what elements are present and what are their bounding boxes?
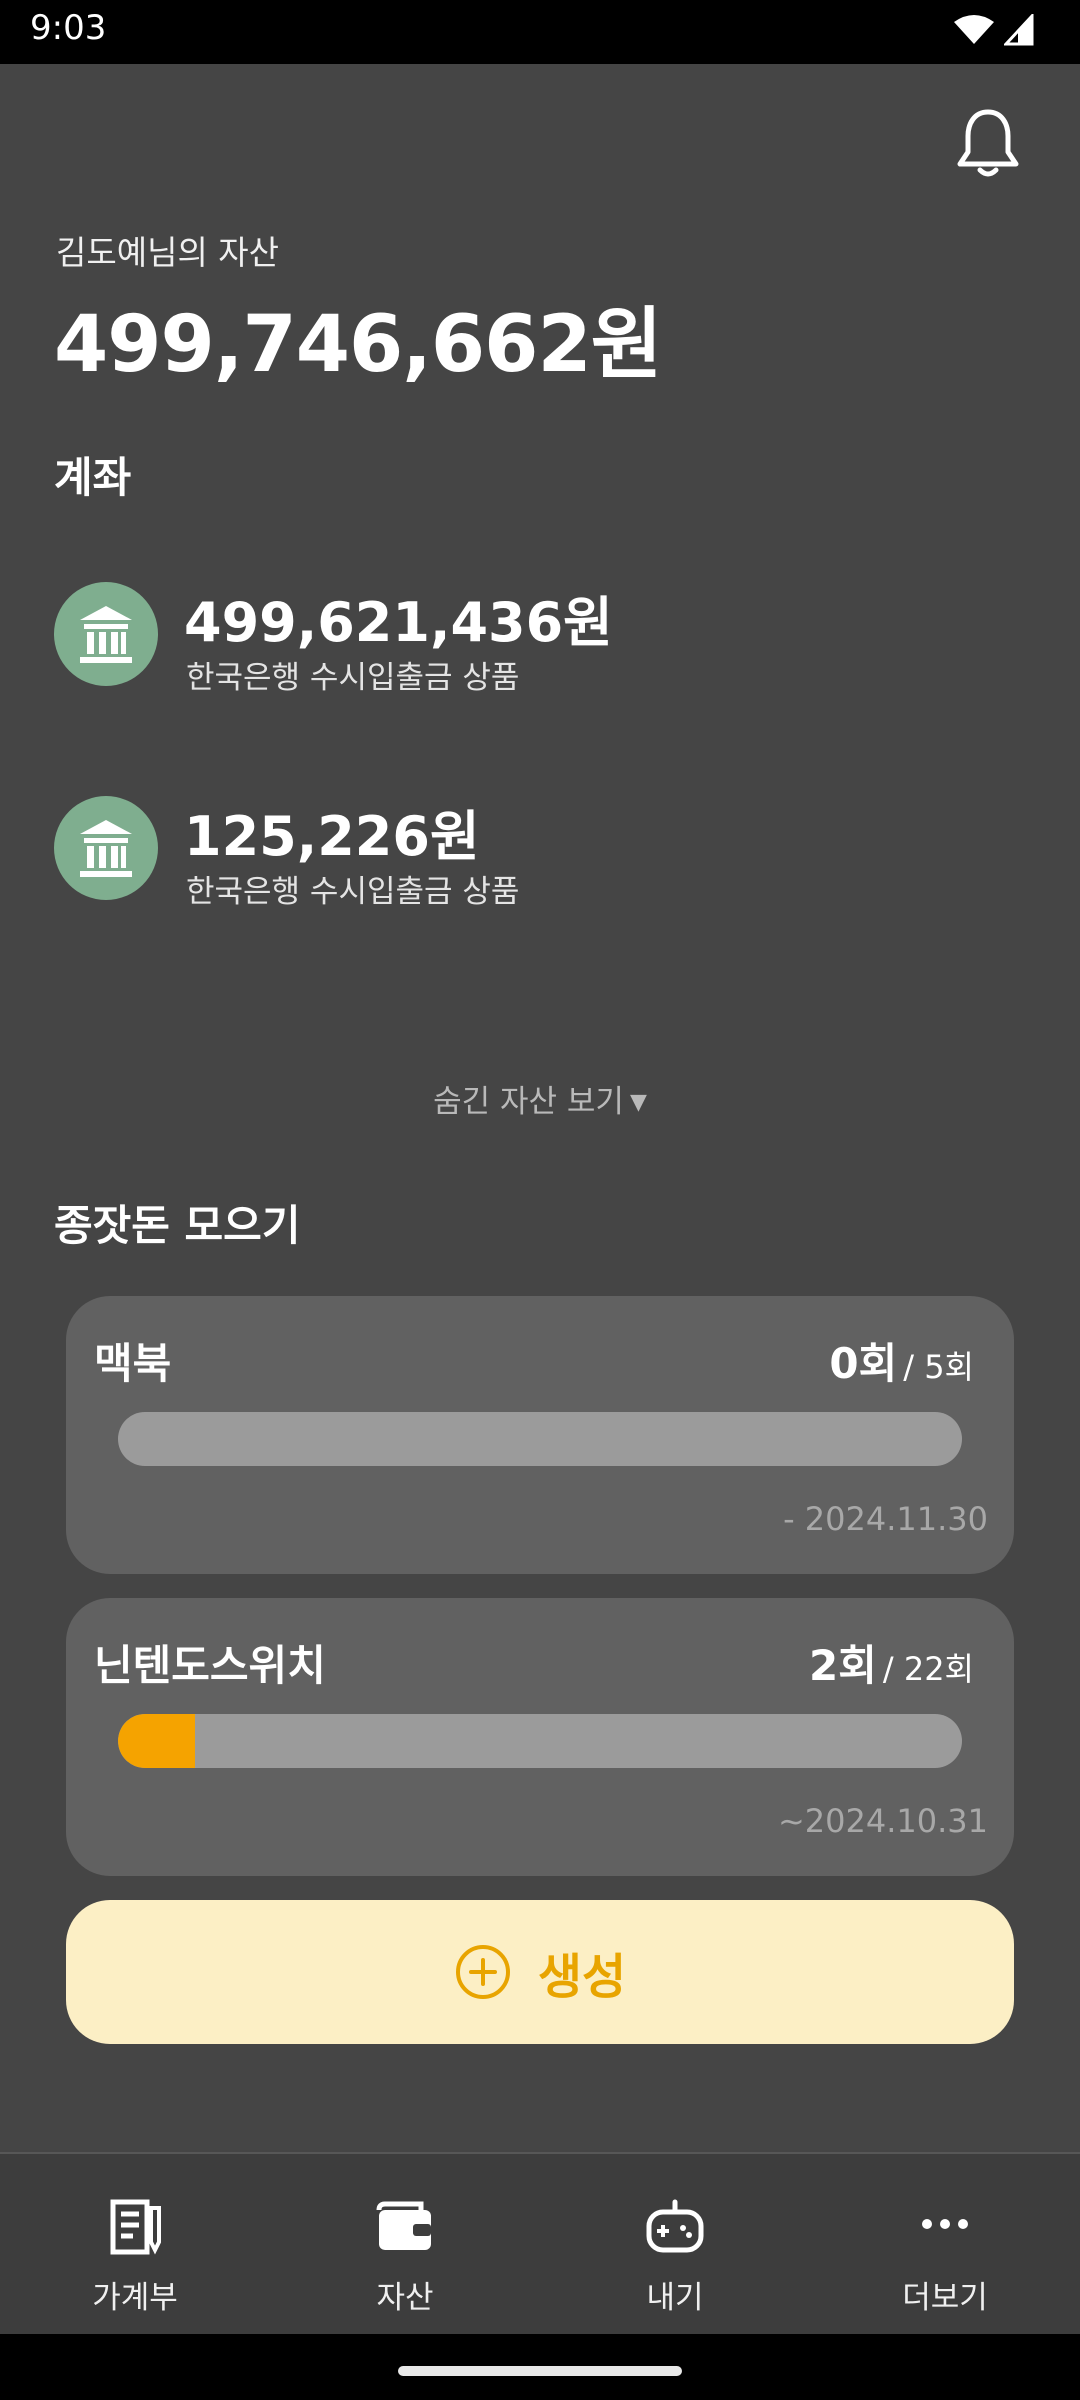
savings-goal-card[interactable]: 맥북 0회/ 5회 - 2024.11.30 bbox=[66, 1296, 1014, 1574]
savings-section-title: 종잣돈 모으기 bbox=[54, 1201, 301, 1250]
nav-item-bet[interactable]: 내기 bbox=[540, 2154, 810, 2334]
asset-screen: 9:03 김도예님의 자산 499,746,662원 계좌 499,621,43… bbox=[0, 0, 1080, 2400]
wifi-icon bbox=[954, 15, 994, 44]
nav-item-assets[interactable]: 자산 bbox=[270, 2154, 540, 2334]
wallet-icon bbox=[376, 2201, 431, 2250]
hidden-toggle-label: 숨긴 자산 보기 bbox=[433, 1084, 624, 1120]
account-description: 한국은행 수시입출금 상품 bbox=[186, 874, 520, 910]
bell-icon[interactable] bbox=[956, 106, 1020, 180]
nav-label: 내기 bbox=[646, 2280, 704, 2316]
goal-total-count: / 5회 bbox=[903, 1348, 974, 1386]
status-time: 9:03 bbox=[30, 8, 107, 48]
nav-label: 자산 bbox=[376, 2280, 434, 2316]
create-goal-label: 생성 bbox=[537, 1949, 627, 2005]
nav-label: 가계부 bbox=[92, 2280, 178, 2316]
nav-item-more[interactable]: 더보기 bbox=[810, 2154, 1080, 2334]
bank-icon bbox=[54, 796, 158, 900]
goal-due-date: - 2024.11.30 bbox=[783, 1500, 988, 1538]
account-item[interactable]: 499,621,436원 한국은행 수시입출금 상품 bbox=[54, 582, 1014, 696]
goal-count: 2회/ 22회 bbox=[809, 1632, 974, 1693]
account-amount: 125,226원 bbox=[184, 805, 480, 868]
signal-icon bbox=[1004, 14, 1034, 46]
caret-down-icon: ▼ bbox=[629, 1090, 647, 1115]
goal-current-count: 2회 bbox=[809, 1641, 877, 1690]
status-icons bbox=[954, 14, 1034, 46]
more-icon bbox=[922, 2219, 968, 2229]
account-amount: 499,621,436원 bbox=[184, 591, 613, 654]
goal-current-count: 0회 bbox=[829, 1339, 898, 1388]
create-goal-button[interactable]: 생성 bbox=[66, 1900, 1014, 2044]
account-description: 한국은행 수시입출금 상품 bbox=[186, 660, 520, 696]
plus-circle-icon bbox=[455, 1945, 510, 1999]
goal-name: 맥북 bbox=[94, 1339, 172, 1388]
total-asset-amount: 499,746,662원 bbox=[54, 300, 662, 390]
goal-name: 닌텐도스위치 bbox=[94, 1641, 326, 1690]
goal-due-date: ~2024.10.31 bbox=[777, 1802, 988, 1840]
status-bar: 9:03 bbox=[0, 0, 1080, 64]
nav-label: 더보기 bbox=[902, 2280, 988, 2316]
goal-progress-bar bbox=[118, 1412, 962, 1466]
bank-icon bbox=[54, 582, 158, 686]
bottom-navigation: 가계부 자산 내기 더보기 bbox=[0, 2152, 1080, 2334]
ledger-icon bbox=[110, 2199, 161, 2255]
goal-progress-fill bbox=[118, 1714, 195, 1768]
accounts-section-title: 계좌 bbox=[54, 453, 132, 502]
goal-progress-bar bbox=[118, 1714, 962, 1768]
show-hidden-assets-toggle[interactable]: 숨긴 자산 보기 ▼ bbox=[0, 1076, 1080, 1121]
nav-item-ledger[interactable]: 가계부 bbox=[0, 2154, 270, 2334]
home-gesture-handle[interactable] bbox=[398, 2366, 682, 2376]
owner-label: 김도예님의 자산 bbox=[56, 233, 280, 272]
goal-count: 0회/ 5회 bbox=[829, 1330, 974, 1391]
gesture-bar bbox=[0, 2334, 1080, 2400]
goal-total-count: / 22회 bbox=[882, 1650, 974, 1688]
savings-goal-card[interactable]: 닌텐도스위치 2회/ 22회 ~2024.10.31 bbox=[66, 1598, 1014, 1876]
gamepad-icon bbox=[646, 2199, 704, 2253]
account-item[interactable]: 125,226원 한국은행 수시입출금 상품 bbox=[54, 796, 1014, 910]
